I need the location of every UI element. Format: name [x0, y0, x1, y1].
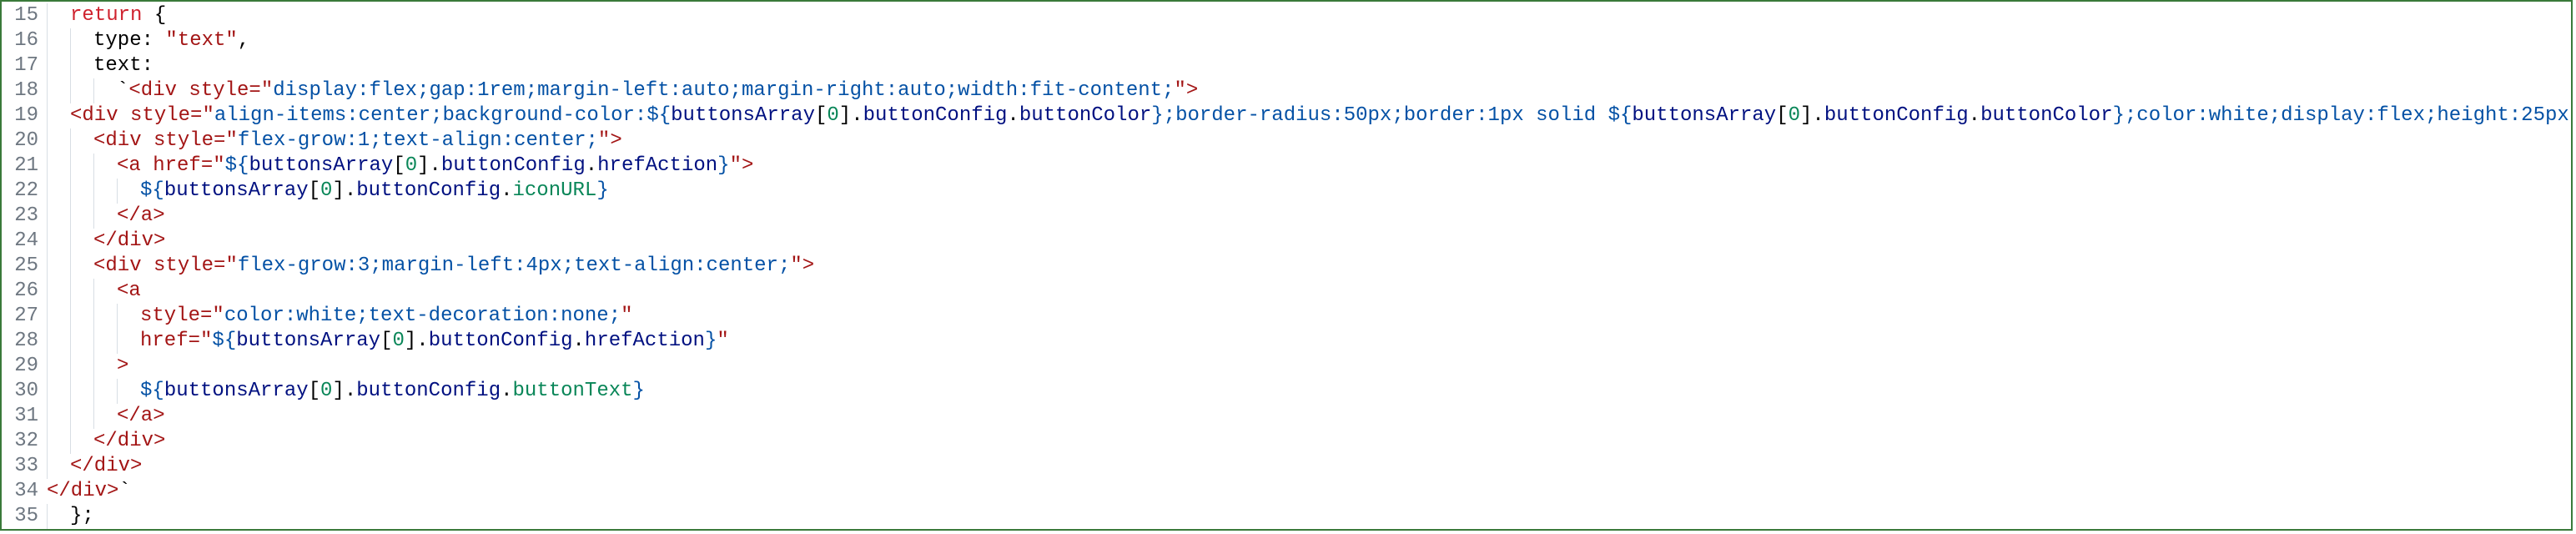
code-line[interactable]: 22 ${buttonsArray[0].buttonConfig.iconURL… [2, 179, 2571, 204]
line-number: 35 [2, 504, 47, 529]
line-number: 18 [2, 78, 47, 103]
indent-guides [47, 154, 117, 179]
code-text: </div>` [47, 479, 131, 504]
code-text: type: "text", [93, 28, 249, 53]
code-text: </div> [93, 229, 165, 254]
code-line[interactable]: 34</div>` [2, 479, 2571, 504]
code-text: > [117, 354, 128, 379]
indent-guides [47, 179, 140, 204]
indent-guides [47, 279, 117, 304]
code-text: href="${buttonsArray[0].buttonConfig.hre… [140, 329, 729, 354]
line-number: 24 [2, 229, 47, 254]
line-number: 25 [2, 254, 47, 279]
line-number: 33 [2, 454, 47, 479]
code-text: style="color:white;text-decoration:none;… [140, 304, 633, 329]
line-number: 28 [2, 329, 47, 354]
code-line[interactable]: 26 <a [2, 279, 2571, 304]
indent-guides [47, 454, 70, 479]
code-text: }; [70, 504, 94, 529]
indent-guides [47, 254, 93, 279]
code-line[interactable]: 33 </div> [2, 454, 2571, 479]
line-number: 31 [2, 404, 47, 429]
indent-guides [47, 204, 117, 229]
code-text: `<div style="display:flex;gap:1rem;margi… [117, 78, 1198, 103]
indent-guides [47, 78, 117, 103]
code-editor[interactable]: 15 return { 16 type: "text", 17 text: 18 `<div … [0, 0, 2573, 531]
indent-guides [47, 53, 93, 78]
code-text: <a href="${buttonsArray[0].buttonConfig.… [117, 154, 753, 179]
indent-guides [47, 429, 93, 454]
indent-guides [47, 103, 70, 128]
line-number: 19 [2, 103, 47, 128]
code-line[interactable]: 15 return { [2, 3, 2571, 28]
code-text: </a> [117, 204, 165, 229]
code-line[interactable]: 17 text: [2, 53, 2571, 78]
code-line[interactable]: 19 <div style="align-items:center;backgro… [2, 103, 2571, 128]
indent-guides [47, 504, 70, 529]
code-line[interactable]: 29 > [2, 354, 2571, 379]
code-line[interactable]: 21 <a href="${buttonsArray[0].buttonConfi… [2, 154, 2571, 179]
code-text: <a [117, 279, 141, 304]
code-text: <div style="flex-grow:3;margin-left:4px;… [93, 254, 814, 279]
line-number: 27 [2, 304, 47, 329]
code-line[interactable]: 28 href="${buttonsArray[0].buttonConfig.h… [2, 329, 2571, 354]
line-number: 20 [2, 128, 47, 154]
code-text: </div> [93, 429, 165, 454]
code-line[interactable]: 25 <div style="flex-grow:3;margin-left:4p… [2, 254, 2571, 279]
code-line[interactable]: 31 </a> [2, 404, 2571, 429]
line-number: 26 [2, 279, 47, 304]
line-number: 29 [2, 354, 47, 379]
code-line[interactable]: 30 ${buttonsArray[0].buttonConfig.buttonT… [2, 379, 2571, 404]
line-number: 23 [2, 204, 47, 229]
line-number: 22 [2, 179, 47, 204]
indent-guides [47, 28, 93, 53]
code-editor-content: 15 return { 16 type: "text", 17 text: 18 `<div … [2, 2, 2571, 529]
code-line[interactable]: 35}; [2, 504, 2571, 529]
line-number: 34 [2, 479, 47, 504]
code-line[interactable]: 27 style="color:white;text-decoration:non… [2, 304, 2571, 329]
code-line[interactable]: 32 </div> [2, 429, 2571, 454]
code-text: <div style="align-items:center;backgroun… [70, 103, 2573, 128]
code-text: </a> [117, 404, 165, 429]
code-line[interactable]: 16 type: "text", [2, 28, 2571, 53]
code-line[interactable]: 23 </a> [2, 204, 2571, 229]
line-number: 30 [2, 379, 47, 404]
line-number: 17 [2, 53, 47, 78]
code-text: </div> [70, 454, 142, 479]
line-number: 21 [2, 154, 47, 179]
line-number: 32 [2, 429, 47, 454]
code-text: text: [93, 53, 153, 78]
code-line[interactable]: 24 </div> [2, 229, 2571, 254]
indent-guides [47, 3, 70, 28]
indent-guides [47, 128, 93, 154]
indent-guides [47, 354, 117, 379]
code-text: return { [70, 3, 166, 28]
indent-guides [47, 329, 140, 354]
line-number: 16 [2, 28, 47, 53]
code-line[interactable]: 20 <div style="flex-grow:1;text-align:cen… [2, 128, 2571, 154]
indent-guides [47, 404, 117, 429]
code-text: <div style="flex-grow:1;text-align:cente… [93, 128, 622, 154]
line-number: 15 [2, 3, 47, 28]
code-text: ${buttonsArray[0].buttonConfig.iconURL} [140, 179, 609, 204]
code-text: ${buttonsArray[0].buttonConfig.buttonTex… [140, 379, 645, 404]
indent-guides [47, 229, 93, 254]
code-line[interactable]: 18 `<div style="display:flex;gap:1rem;mar… [2, 78, 2571, 103]
indent-guides [47, 304, 140, 329]
indent-guides [47, 379, 140, 404]
